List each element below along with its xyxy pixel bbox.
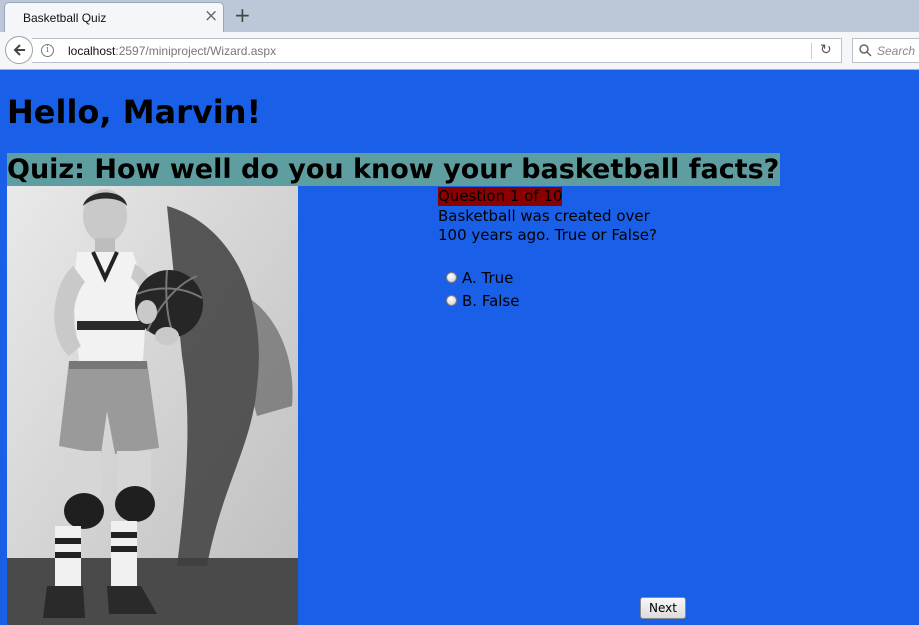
basketball-player-photo [7, 186, 298, 625]
browser-tab[interactable]: Basketball Quiz × [4, 2, 224, 32]
back-arrow-icon [13, 44, 25, 56]
tab-strip: Basketball Quiz × + [0, 0, 919, 32]
greeting-heading: Hello, Marvin! [7, 93, 262, 131]
new-tab-icon[interactable]: + [234, 3, 251, 27]
search-box[interactable]: Search [852, 38, 919, 63]
option-false[interactable]: B. False [446, 289, 519, 312]
address-bar[interactable]: i localhost:2597/miniproject/Wizard.aspx… [32, 38, 842, 63]
site-info-icon[interactable]: i [41, 44, 54, 57]
option-label: B. False [462, 291, 520, 310]
url-path: :2597/miniproject/Wizard.aspx [115, 44, 277, 58]
url-text: localhost:2597/miniproject/Wizard.aspx [68, 44, 276, 58]
url-host: localhost [68, 44, 116, 58]
question-text: Basketball was created over 100 years ag… [438, 207, 657, 244]
answer-options: A. True B. False [446, 266, 519, 312]
search-icon [859, 44, 872, 57]
radio-button-false[interactable] [446, 295, 457, 306]
next-button[interactable]: Next [640, 597, 686, 619]
back-button[interactable] [5, 36, 33, 64]
radio-button-true[interactable] [446, 272, 457, 283]
close-tab-icon[interactable]: × [204, 8, 218, 25]
url-divider [811, 43, 812, 59]
option-label: A. True [462, 268, 514, 287]
quiz-title: Quiz: How well do you know your basketba… [7, 153, 781, 186]
tab-title: Basketball Quiz [23, 11, 107, 25]
option-true[interactable]: A. True [446, 266, 519, 289]
search-placeholder: Search [877, 44, 916, 58]
reload-icon[interactable]: ↻ [820, 42, 832, 58]
navigation-bar: i localhost:2597/miniproject/Wizard.aspx… [0, 32, 919, 70]
question-counter: Question 1 of 10 [438, 187, 563, 206]
